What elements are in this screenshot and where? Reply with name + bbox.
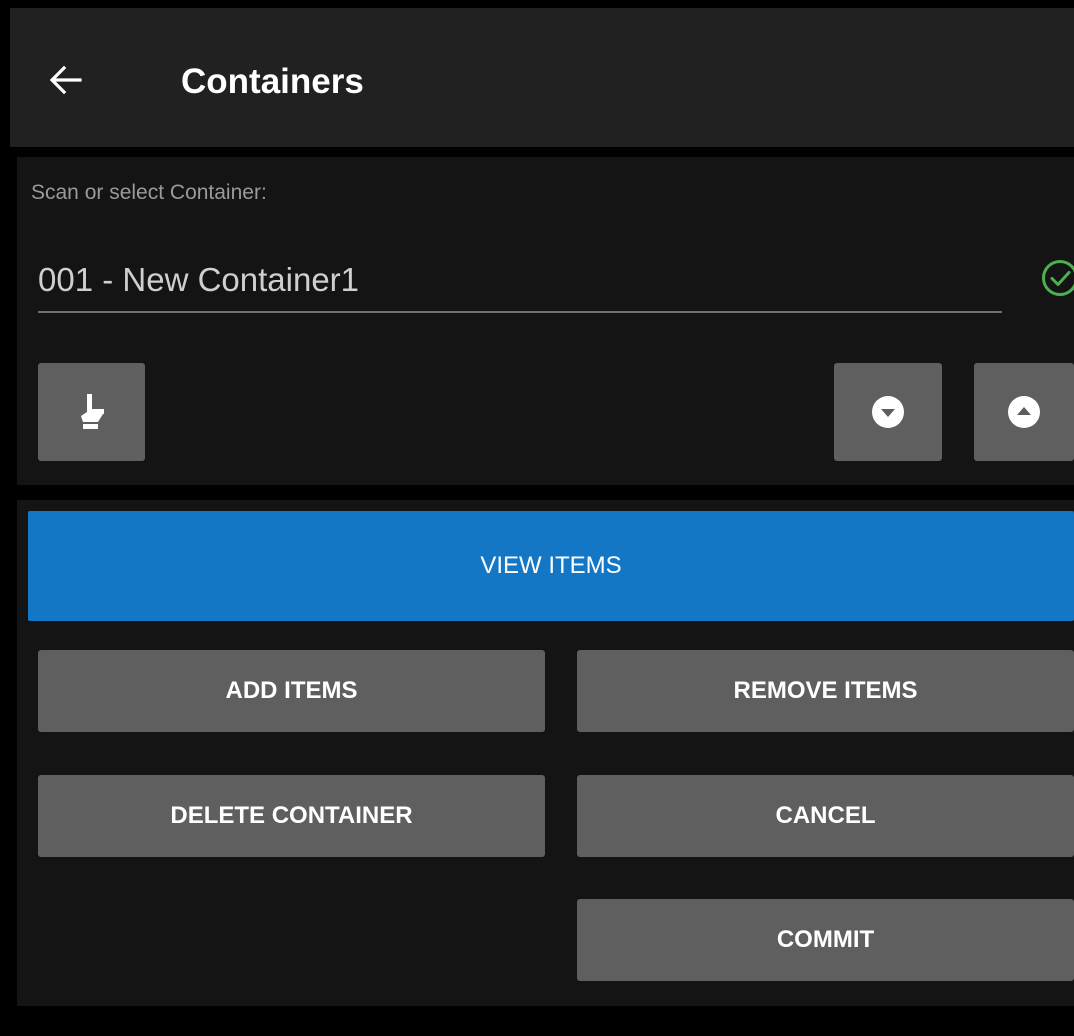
container-input[interactable] — [38, 257, 1002, 313]
cancel-button[interactable]: CANCEL — [577, 775, 1074, 857]
page-title: Containers — [181, 62, 364, 101]
back-button[interactable] — [44, 58, 88, 102]
remove-items-button[interactable]: REMOVE ITEMS — [577, 650, 1074, 732]
previous-container-button[interactable] — [974, 363, 1074, 461]
app-window: Containers Scan or select Container: 001… — [0, 0, 1074, 1036]
container-select-panel: Scan or select Container: — [17, 157, 1074, 485]
app-bar: Containers — [10, 8, 1074, 147]
next-container-button[interactable] — [834, 363, 942, 461]
view-items-button[interactable]: VIEW ITEMS — [28, 511, 1074, 621]
chevron-down-circle-icon — [872, 396, 904, 428]
container-field-label: Scan or select Container: — [31, 181, 267, 204]
commit-button[interactable]: COMMIT — [577, 899, 1074, 981]
add-items-button[interactable]: ADD ITEMS — [38, 650, 545, 732]
chevron-up-circle-icon — [1008, 396, 1040, 428]
hand-pointer-icon — [80, 394, 104, 429]
manual-select-button[interactable] — [38, 363, 145, 461]
delete-container-button[interactable]: DELETE CONTAINER — [38, 775, 545, 857]
arrow-left-icon — [49, 65, 82, 95]
actions-panel: VIEW ITEMS ADD ITEMS REMOVE ITEMS DELETE… — [17, 500, 1074, 1006]
check-circle-icon — [1040, 258, 1074, 298]
